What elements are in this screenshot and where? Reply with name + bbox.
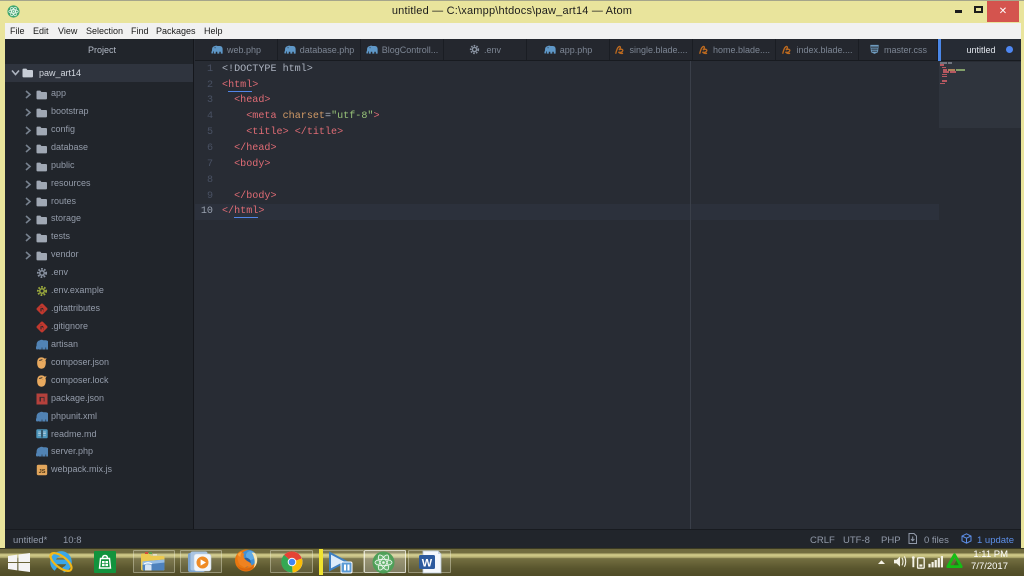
svg-text:JS: JS: [39, 469, 46, 475]
svg-text:W: W: [422, 558, 433, 570]
